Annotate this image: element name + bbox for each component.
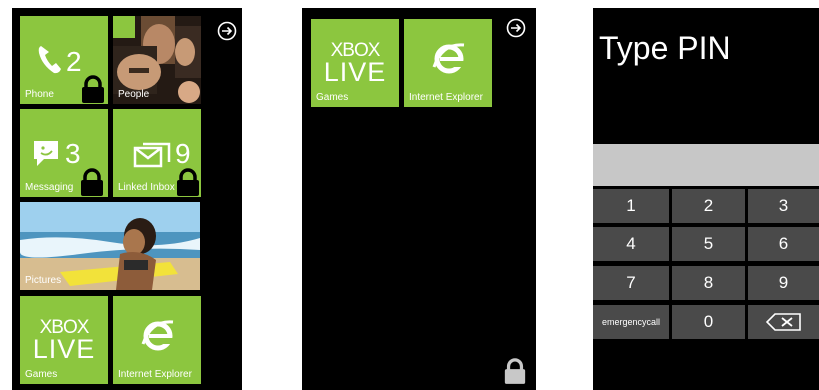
logo-live: LIVE [323, 57, 387, 87]
key-5[interactable]: 5 [672, 227, 745, 261]
key-0[interactable]: 0 [672, 305, 745, 339]
apps-screen: XBOX LIVE Games Internet Explorer [302, 8, 536, 390]
phone-count: 2 [66, 46, 82, 77]
key-7[interactable]: 7 [593, 266, 669, 300]
tile-label: Internet Explorer [118, 369, 192, 380]
tile-label: Games [25, 369, 58, 380]
arrow-circle-icon[interactable] [217, 21, 237, 41]
tile-linked-inbox[interactable]: 9 Linked Inbox [113, 109, 201, 197]
tile-internet-explorer[interactable]: Internet Explorer [113, 296, 201, 384]
key-6[interactable]: 6 [748, 227, 819, 261]
inbox-count: 9 [175, 138, 191, 169]
ie-logo-icon [141, 320, 175, 351]
pin-input[interactable] [593, 144, 819, 186]
tile-phone[interactable]: 2 Phone [20, 16, 108, 104]
start-screen: 2 Phone People 3 Messaging 9 Linked Inbo… [12, 8, 242, 390]
tile-label: Pictures [25, 275, 62, 286]
tile-label: Linked Inbox [118, 182, 175, 193]
backspace-button[interactable] [748, 305, 819, 339]
emergency-call-button[interactable]: emergencycall [593, 305, 669, 339]
tile-internet-explorer[interactable]: Internet Explorer [404, 19, 492, 107]
tile-label: Games [316, 92, 349, 103]
key-2[interactable]: 2 [672, 189, 745, 223]
backspace-icon [765, 313, 801, 331]
smiley-message-icon [34, 141, 58, 166]
tile-label: Messaging [25, 182, 74, 193]
ie-logo-icon [432, 43, 466, 74]
key-1[interactable]: 1 [593, 189, 669, 223]
key-9[interactable]: 9 [748, 266, 819, 300]
pin-screen: Type PIN 1 2 3 4 5 6 7 8 9 emergencycall… [593, 8, 819, 390]
logo-live: LIVE [32, 334, 96, 364]
tile-messaging[interactable]: 3 Messaging [20, 109, 108, 197]
tile-label: People [118, 89, 150, 100]
tile-label: Phone [25, 89, 54, 100]
key-3[interactable]: 3 [748, 189, 819, 223]
messaging-count: 3 [65, 138, 81, 169]
padlock-icon [81, 168, 103, 196]
tile-label: Internet Explorer [409, 92, 483, 103]
arrow-circle-icon[interactable] [506, 18, 526, 38]
tile-pictures[interactable]: Pictures [20, 202, 200, 290]
xbox-live-logo: XBOX LIVE [20, 318, 108, 364]
page-title: Type PIN [599, 30, 731, 66]
padlock-icon [504, 358, 526, 384]
key-4[interactable]: 4 [593, 227, 669, 261]
tile-xbox-live[interactable]: XBOX LIVE Games [20, 296, 108, 384]
phone-icon [38, 46, 61, 74]
envelope-icon [133, 142, 171, 168]
key-8[interactable]: 8 [672, 266, 745, 300]
xbox-live-logo: XBOX LIVE [311, 41, 399, 87]
tile-people[interactable]: People [113, 16, 201, 104]
padlock-icon [82, 75, 104, 103]
padlock-icon [177, 168, 199, 196]
tile-xbox-live[interactable]: XBOX LIVE Games [311, 19, 399, 107]
